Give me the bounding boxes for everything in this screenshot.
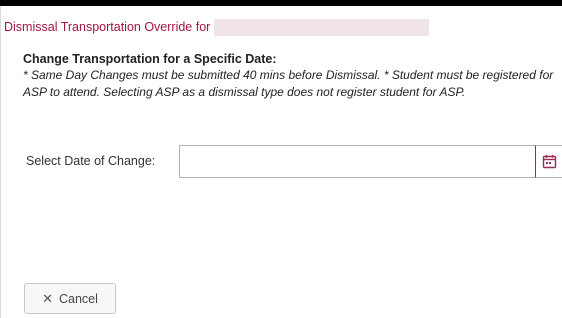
dialog-title: Dismissal Transportation Override for bbox=[4, 20, 211, 34]
dialog-title-row: Dismissal Transportation Override for bbox=[4, 18, 430, 36]
calendar-icon bbox=[542, 154, 556, 169]
date-of-change-input[interactable] bbox=[179, 145, 535, 178]
close-icon: ✕ bbox=[42, 291, 53, 306]
student-name-redacted bbox=[214, 18, 430, 36]
date-field-label: Select Date of Change: bbox=[26, 154, 156, 168]
screen: Dismissal Transportation Override for Ch… bbox=[0, 0, 562, 318]
date-picker-button[interactable] bbox=[535, 145, 562, 178]
section-heading: Change Transportation for a Specific Dat… bbox=[23, 52, 277, 66]
change-section: Change Transportation for a Specific Dat… bbox=[23, 51, 562, 101]
cancel-button-label: Cancel bbox=[58, 291, 98, 306]
cancel-button[interactable]: ✕ Cancel bbox=[24, 283, 116, 314]
section-note: * Same Day Changes must be submitted 40 … bbox=[23, 68, 554, 99]
